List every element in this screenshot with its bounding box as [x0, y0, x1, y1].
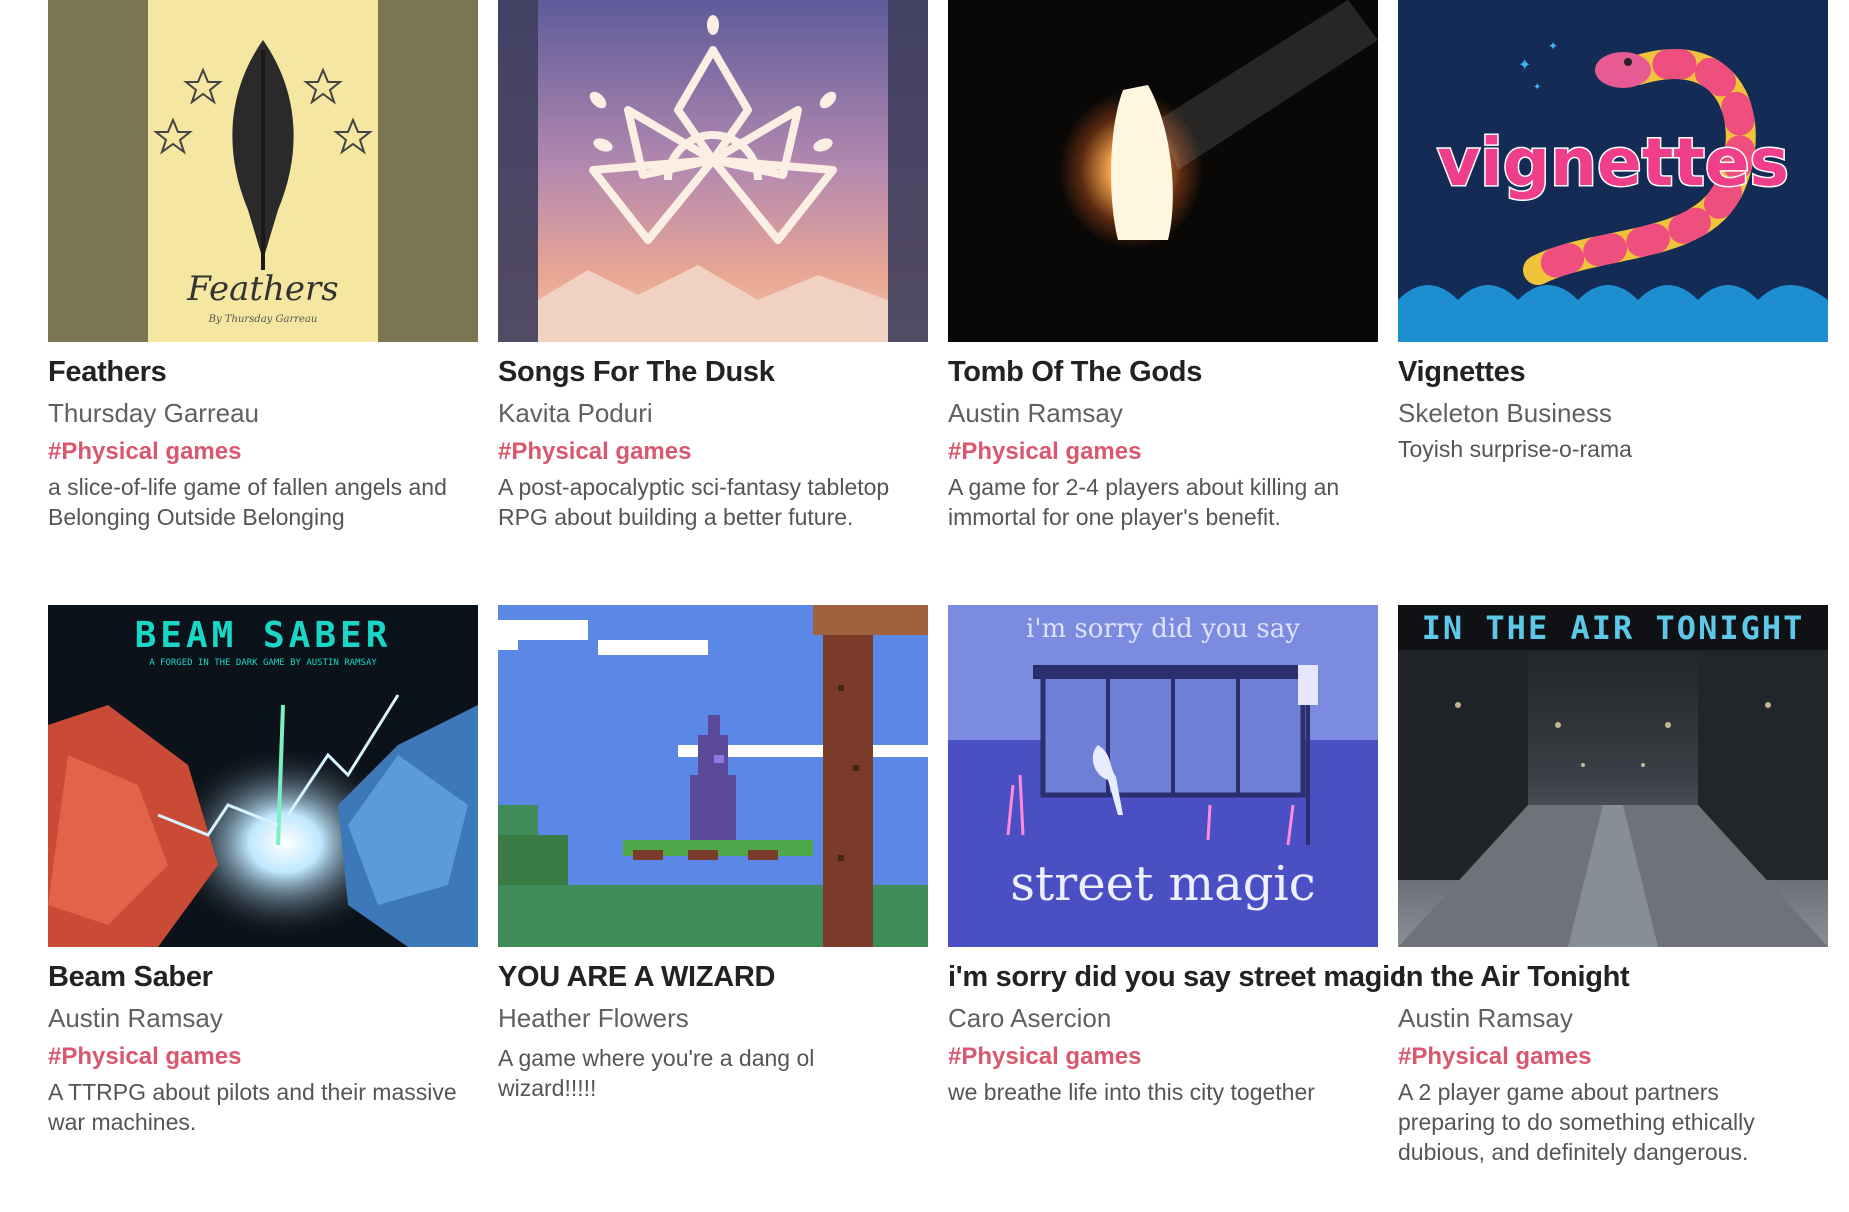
- game-title[interactable]: i'm sorry did you say street magic: [948, 957, 1406, 997]
- game-author[interactable]: Austin Ramsay: [948, 394, 1378, 432]
- cover-title-text: IN THE AIR TONIGHT: [1422, 609, 1805, 647]
- cover-subtitle-text: A FORGED IN THE DARK GAME BY AUSTIN RAMS…: [149, 658, 377, 668]
- game-description: A game where you're a dang ol wizard!!!!…: [498, 1045, 815, 1101]
- game-title[interactable]: YOU ARE A WIZARD: [498, 957, 928, 997]
- game-title[interactable]: Feathers: [48, 352, 478, 392]
- game-description: we breathe life into this city together: [948, 1079, 1315, 1105]
- game-cover-street-magic[interactable]: i'm sorry did you say street magic: [948, 605, 1378, 947]
- game-card: BEAM SABER A FORGED IN THE DARK GAME BY …: [48, 605, 478, 1210]
- game-cover-tomb-of-the-gods[interactable]: [948, 0, 1378, 342]
- game-tag[interactable]: #Physical games: [498, 434, 928, 470]
- game-author[interactable]: Austin Ramsay: [1398, 999, 1828, 1037]
- game-card: vignettes ✦ ✦ ✦ Vignettes Skeleton Busin…: [1398, 0, 1828, 605]
- game-cover-vignettes[interactable]: vignettes ✦ ✦ ✦: [1398, 0, 1828, 342]
- cover-title-text: vignettes: [1437, 124, 1789, 201]
- game-title[interactable]: Vignettes: [1398, 352, 1828, 392]
- game-description: A game for 2-4 players about killing an …: [948, 474, 1340, 530]
- game-author[interactable]: Caro Asercion: [948, 999, 1378, 1037]
- game-description: A 2 player game about partners preparing…: [1398, 1079, 1755, 1165]
- game-card: Feathers By Thursday Garreau Feathers Th…: [48, 0, 478, 605]
- game-description: Toyish surprise-o-rama: [1398, 436, 1632, 462]
- cover-title-text: street magic: [1010, 856, 1315, 912]
- cover-subtitle-text: i'm sorry did you say: [1026, 614, 1300, 644]
- game-card: YOU ARE A WIZARD Heather Flowers A game …: [498, 605, 928, 1210]
- game-tag[interactable]: #Physical games: [48, 434, 478, 470]
- cover-title-text: BEAM SABER: [135, 615, 392, 656]
- game-tag[interactable]: #Physical games: [1398, 1039, 1828, 1075]
- game-author[interactable]: Austin Ramsay: [48, 999, 478, 1037]
- game-author[interactable]: Skeleton Business: [1398, 394, 1828, 432]
- game-description: a slice-of-life game of fallen angels an…: [48, 474, 447, 530]
- game-tag[interactable]: #Physical games: [948, 434, 1378, 470]
- game-card: Songs For The Dusk Kavita Poduri #Physic…: [498, 0, 928, 605]
- game-description: A TTRPG about pilots and their massive w…: [48, 1079, 457, 1135]
- game-cover-beam-saber[interactable]: BEAM SABER A FORGED IN THE DARK GAME BY …: [48, 605, 478, 947]
- game-description: A post-apocalyptic sci-fantasy tabletop …: [498, 474, 890, 530]
- game-title[interactable]: Songs For The Dusk: [498, 352, 928, 392]
- game-grid: Feathers By Thursday Garreau Feathers Th…: [48, 0, 1838, 1210]
- svg-text:✦: ✦: [1518, 57, 1531, 74]
- game-cover-you-are-a-wizard[interactable]: [498, 605, 928, 947]
- game-cover-songs-for-the-dusk[interactable]: [498, 0, 928, 342]
- game-title[interactable]: In the Air Tonight: [1398, 957, 1828, 997]
- svg-text:✦: ✦: [1548, 39, 1558, 53]
- game-tag[interactable]: #Physical games: [948, 1039, 1378, 1075]
- cover-title-text: Feathers: [186, 269, 339, 309]
- svg-text:✦: ✦: [1533, 82, 1541, 93]
- game-title[interactable]: Beam Saber: [48, 957, 478, 997]
- game-cover-feathers[interactable]: Feathers By Thursday Garreau: [48, 0, 478, 342]
- game-author[interactable]: Heather Flowers: [498, 999, 928, 1037]
- game-author[interactable]: Kavita Poduri: [498, 394, 928, 432]
- game-tag[interactable]: #Physical games: [48, 1039, 478, 1075]
- game-title[interactable]: Tomb Of The Gods: [948, 352, 1378, 392]
- cover-subtitle-text: By Thursday Garreau: [208, 314, 318, 325]
- game-author[interactable]: Thursday Garreau: [48, 394, 478, 432]
- game-card: IN THE AIR TONIGHT In the Air Tonight Au…: [1398, 605, 1828, 1210]
- game-cover-in-the-air-tonight[interactable]: IN THE AIR TONIGHT: [1398, 605, 1828, 947]
- game-card: Tomb Of The Gods Austin Ramsay #Physical…: [948, 0, 1378, 605]
- game-card: i'm sorry did you say street magic i'm s…: [948, 605, 1406, 1210]
